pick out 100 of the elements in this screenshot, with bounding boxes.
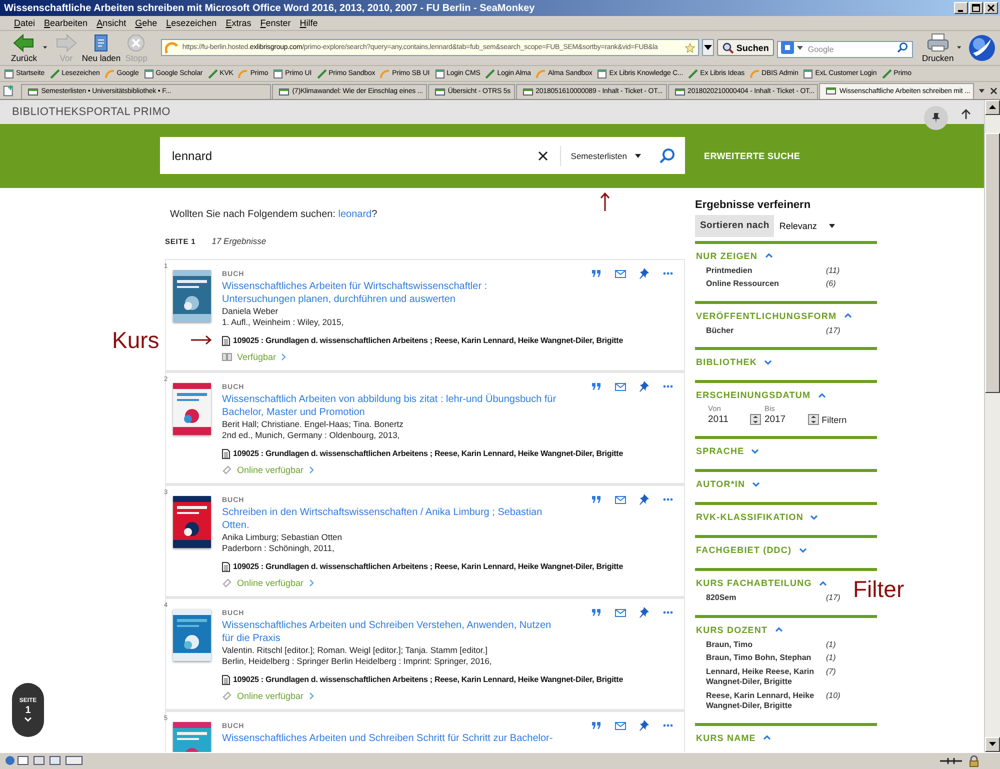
publication-text: 1. Aufl., Weinheim : Wiley, 2015, (222, 317, 345, 329)
scroll-down-icon[interactable] (989, 742, 996, 746)
sort-dropdown[interactable]: Relevanz (779, 220, 835, 231)
suggestion-link[interactable]: leonard (338, 208, 372, 220)
email-button[interactable] (614, 720, 626, 732)
tab-favicon-icon (28, 86, 38, 97)
bookmark-favicon-icon (882, 68, 892, 79)
bookmark-favicon-icon (238, 68, 248, 79)
search-button[interactable] (659, 148, 675, 164)
chevron-up-icon (774, 627, 783, 632)
toolbar-button[interactable]: Neu laden (85, 32, 118, 63)
pin-button[interactable] (638, 380, 650, 393)
result-title-link[interactable]: Wissenschaftlich Arbeiten von abbildung bis zitat : lehr-und Übungsbuch für Bachelor, Master und Promotion (222, 392, 562, 419)
menu-item[interactable]: Datei (14, 18, 36, 28)
facet-count: (10) (826, 690, 840, 702)
connection-icon (940, 756, 962, 766)
more-dots-icon (663, 272, 673, 276)
facet-option[interactable]: Bücher (706, 326, 818, 336)
author-text: Anika Limburg; Sebastian Otten (222, 532, 344, 544)
facet-option[interactable]: Online Ressourcen (706, 279, 818, 290)
cite-button[interactable] (590, 606, 602, 619)
course-text: 109025 : Grundlagen d. wissenschaftlichen Arbeitens ; Reese, Karin Lennard, Heike Wangnet-Diler, Brigitte (233, 675, 623, 684)
new-tab-icon[interactable] (3, 84, 14, 97)
history-dropdown-button[interactable] (702, 39, 714, 56)
bookmark-favicon-icon (597, 68, 608, 79)
menu-item[interactable]: Extras (226, 18, 252, 28)
pin-icon (639, 607, 649, 618)
email-button[interactable] (614, 268, 626, 280)
chevron-down-icon (810, 514, 818, 520)
menu-item[interactable]: Hilfe (300, 18, 318, 28)
menu-item[interactable]: Gehe (135, 18, 158, 28)
chevron-right-icon (308, 466, 314, 474)
menu-item[interactable]: Fenster (260, 18, 291, 28)
facet-option[interactable]: Reese, Karin Lennard, Heike Wangnet-Diler, Brigitte (706, 690, 818, 712)
pin-button[interactable] (924, 106, 948, 130)
print-button[interactable]: Drucken (922, 32, 954, 63)
course-text: 109025 : Grundlagen d. wissenschaftlichen Arbeitens ; Reese, Karin Lennard, Heike Wangnet-Diler, Brigitte (233, 449, 623, 458)
scrollbar[interactable] (984, 100, 1000, 752)
scrollbar-thumb[interactable] (985, 132, 1000, 393)
envelope-icon (614, 722, 626, 730)
menu-item[interactable]: Bearbeiten (44, 18, 88, 28)
dropdown-caret-icon[interactable] (956, 46, 961, 50)
pin-button[interactable] (638, 494, 650, 506)
search-icon (722, 42, 734, 54)
result-title-link[interactable]: Wissenschaftliches Arbeiten und Schreiben Schritt für Schritt zur Bachelor- (222, 732, 562, 745)
bookmark-favicon-icon (144, 68, 154, 79)
cite-button[interactable] (590, 720, 602, 732)
facet-option[interactable]: Braun, Timo Bohn, Stephan (706, 653, 818, 664)
scope-dropdown[interactable]: Semesterlisten (560, 146, 641, 166)
pin-button[interactable] (638, 606, 650, 619)
cite-button[interactable] (590, 494, 602, 506)
cite-button[interactable] (590, 380, 602, 393)
minimize-button[interactable] (954, 2, 968, 14)
maximize-button[interactable] (969, 2, 983, 14)
result-title-link[interactable]: Wissenschaftliches Arbeiten für Wirtschaftswissenschaftler : Untersuchungen planen, durchführen und auswerten (222, 280, 562, 306)
email-button[interactable] (614, 606, 626, 619)
search-engine-icon (780, 41, 794, 54)
facet-option[interactable]: Lennard, Heike Reese, Karin Wangnet-Diler, Brigitte (706, 666, 818, 688)
printer-icon (926, 32, 950, 53)
more-dots-icon (663, 385, 673, 388)
bookmark-star-icon[interactable] (685, 42, 696, 53)
result-count: 17 Ergebnisse (212, 236, 266, 246)
sort-label: Sortieren nach (695, 214, 774, 237)
facet-option[interactable]: Printmedien (706, 266, 818, 276)
bookmark-favicon-icon (50, 68, 60, 79)
facet-option[interactable]: 820Sem (706, 593, 818, 604)
scroll-up-icon[interactable] (989, 105, 996, 110)
spinner-icon[interactable] (750, 414, 762, 426)
tab-list-caret-icon[interactable] (978, 86, 986, 95)
from-year-field[interactable]: 2011 (708, 414, 728, 426)
web-search-field[interactable]: Google (776, 41, 913, 58)
cite-button[interactable] (590, 268, 602, 280)
back-to-top-button[interactable] (960, 108, 972, 122)
close-tab-icon[interactable] (990, 86, 997, 95)
caret-icon (704, 45, 712, 50)
search-button[interactable]: Suchen (717, 39, 774, 56)
to-year-field[interactable]: 2017 (764, 414, 786, 426)
envelope-icon (614, 270, 626, 278)
toolbar-button[interactable]: Zurück (8, 32, 40, 63)
menu-item[interactable]: Ansicht (96, 18, 126, 28)
envelope-icon (614, 496, 626, 504)
search-field[interactable]: lennard Semesterlisten (160, 137, 685, 174)
close-button[interactable] (984, 2, 998, 14)
dropdown-caret-icon[interactable] (43, 46, 48, 50)
result-title-link[interactable]: Wissenschaftliches Arbeiten und Schreiben Verstehen, Anwenden, Nutzen für die Praxis (222, 618, 562, 645)
spinner-icon[interactable] (808, 414, 819, 426)
quote-icon (592, 609, 600, 616)
facet-option[interactable]: Braun, Timo (706, 640, 818, 650)
pin-button[interactable] (638, 720, 650, 732)
pin-button[interactable] (638, 268, 650, 280)
caret-icon (828, 224, 835, 228)
email-button[interactable] (614, 494, 626, 506)
clear-button[interactable] (536, 148, 550, 163)
more-dots-icon (663, 498, 673, 502)
menu-item[interactable]: Lesezeichen (166, 18, 217, 28)
filter-button[interactable]: Filtern (822, 414, 847, 425)
publication-text: Berlin, Heidelberg : Springer Berlin Heidelberg : Imprint: Springer, 2016, (222, 656, 493, 668)
result-title-link[interactable]: Schreiben in den Wirtschaftswissenschaften / Anika Limburg ; Sebastian Otten. (222, 506, 562, 532)
email-button[interactable] (614, 380, 626, 393)
stop-icon (125, 32, 148, 53)
